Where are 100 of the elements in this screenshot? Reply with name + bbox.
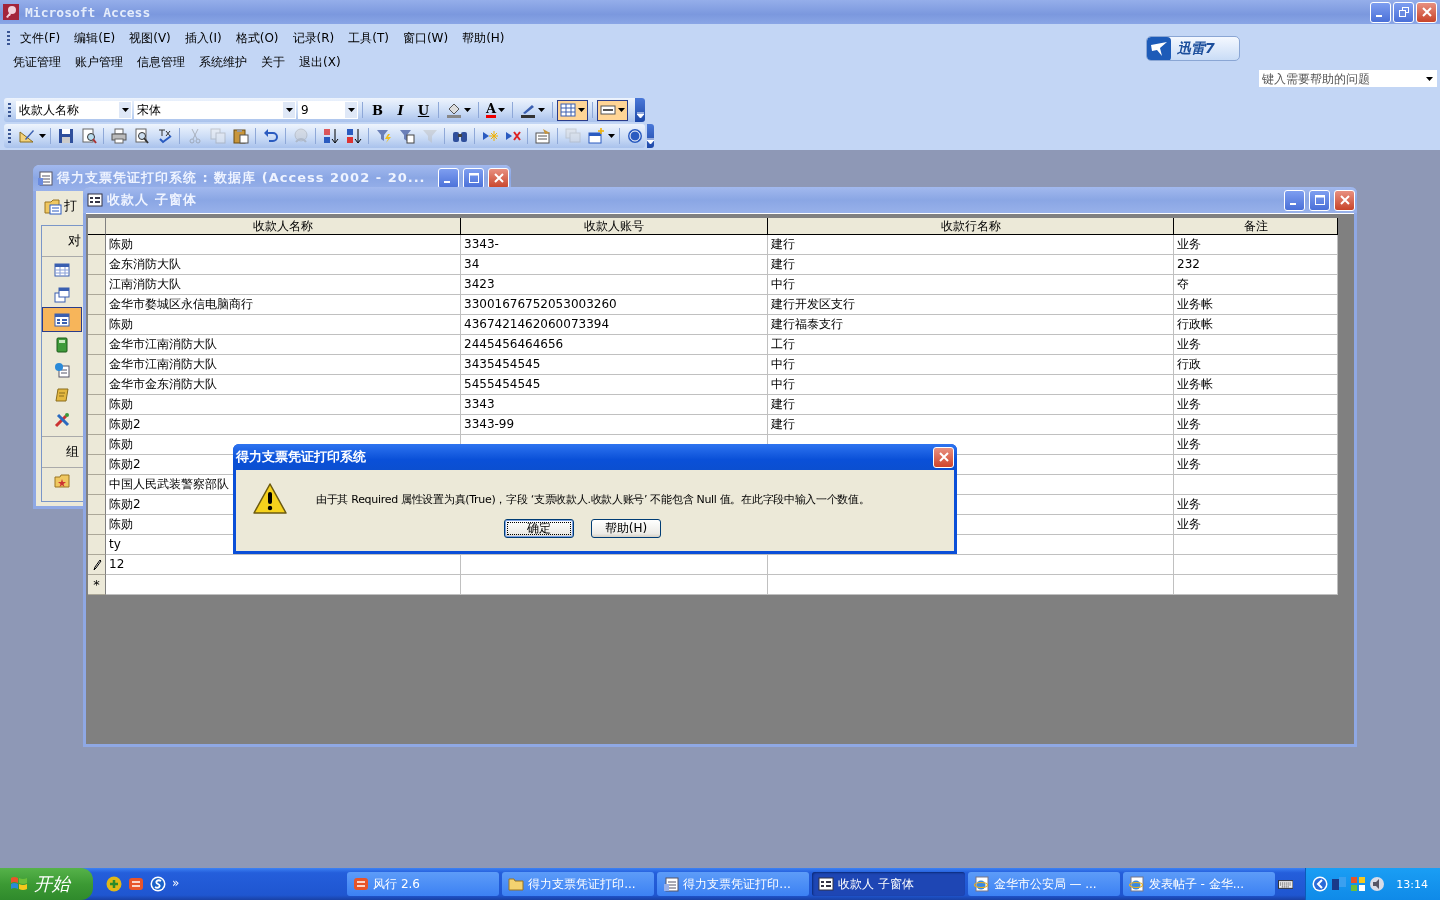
filter-icon — [421, 128, 438, 144]
new-object-icon — [587, 128, 604, 144]
form-icon — [818, 876, 835, 892]
menu-item[interactable]: 帮助(H) — [455, 27, 512, 49]
menu-item[interactable]: 视图(V) — [122, 27, 178, 49]
bold-button[interactable]: B — [367, 99, 388, 121]
sort-descending-icon — [345, 128, 362, 144]
clock: 13:14 — [1396, 877, 1428, 891]
record-selector[interactable] — [88, 555, 106, 575]
table-cell: 陈勋 — [106, 315, 461, 335]
menu-item[interactable]: 系统维护 — [192, 51, 254, 73]
plus-circle-icon[interactable] — [106, 876, 123, 892]
warning-icon — [253, 483, 287, 515]
help-search-field[interactable]: 键入需要帮助的问题 — [1258, 69, 1438, 88]
font-size-dropdown[interactable]: 9 — [298, 101, 358, 119]
column-header[interactable]: 备注 — [1174, 218, 1338, 235]
table-cell: 33001676752053003260 — [461, 295, 768, 315]
column-header[interactable]: 收款人账号 — [461, 218, 768, 235]
filter-form-icon — [398, 128, 415, 144]
key-icon — [3, 4, 19, 20]
toolbar-options-button[interactable] — [647, 124, 654, 148]
table-cell: 金华市金东消防大队 — [106, 375, 461, 395]
table-cell: 建行 — [768, 415, 1174, 435]
table-cell: 业务 — [1174, 395, 1338, 415]
record-selector[interactable]: * — [88, 575, 106, 595]
stripes-icon[interactable] — [128, 876, 145, 892]
save-icon — [57, 128, 74, 144]
font-color-button[interactable]: A — [483, 99, 509, 121]
font-dropdown[interactable]: 宋体 — [134, 101, 296, 119]
object-button[interactable] — [42, 307, 82, 332]
minimize-button[interactable] — [1370, 1, 1391, 23]
dialog-button[interactable]: 帮助(H) — [591, 519, 661, 538]
menu-item[interactable]: 账户管理 — [68, 51, 130, 73]
database-icon — [663, 876, 680, 892]
menu-item[interactable]: 格式(O) — [228, 27, 286, 49]
column-header[interactable]: 收款人名称 — [106, 218, 461, 235]
taskbar-button[interactable]: 收款人 子窗体 — [812, 872, 965, 896]
globe-link-icon — [292, 128, 309, 144]
menu-item[interactable]: 信息管理 — [130, 51, 192, 73]
table-cell: 陈勋 — [106, 235, 461, 255]
table-cell: 建行 — [768, 255, 1174, 275]
open-button[interactable]: 打 — [44, 197, 77, 215]
gridlines-button[interactable] — [557, 99, 589, 121]
italic-button[interactable]: I — [390, 99, 411, 121]
object-dropdown[interactable]: 收款人名称 — [16, 101, 132, 119]
menu-item[interactable]: 窗口(W) — [395, 27, 456, 49]
tools-icon — [54, 411, 70, 428]
menu-item[interactable]: 记录(R) — [285, 27, 342, 49]
column-header[interactable]: 收款行名称 — [768, 218, 1174, 235]
menu-item[interactable]: 凭证管理 — [6, 51, 68, 73]
border-icon — [600, 102, 617, 118]
spelling-icon — [156, 128, 173, 144]
keyboard-icon[interactable] — [1277, 878, 1294, 890]
caret-icon — [538, 108, 546, 112]
network-icon[interactable] — [1331, 876, 1348, 892]
minimize-icon — [1290, 202, 1296, 205]
toolbar-options-button[interactable] — [635, 98, 645, 122]
caret-icon — [578, 108, 586, 112]
menu-item[interactable]: 关于 — [254, 51, 292, 73]
window-title: Microsoft Access — [25, 4, 151, 20]
menu-item[interactable]: 文件(F) — [13, 27, 68, 49]
restore-icon — [1398, 7, 1409, 17]
dialog-button[interactable]: 确定 — [504, 519, 574, 538]
menu-item[interactable]: 插入(I) — [177, 27, 229, 49]
table-cell: 陈勋 — [106, 395, 461, 415]
xunlei-button[interactable]: 迅雷7 — [1146, 36, 1240, 61]
app-grid-icon[interactable] — [1350, 876, 1367, 892]
close-button[interactable] — [1416, 1, 1437, 23]
select-all-button[interactable] — [88, 218, 106, 235]
scroll-icon — [54, 386, 70, 403]
copy-icon — [209, 128, 226, 144]
table-cell: 工行 — [768, 335, 1174, 355]
restore-button[interactable] — [1393, 1, 1414, 23]
underline-button[interactable]: U — [413, 99, 434, 121]
toolbar-grip — [8, 129, 11, 143]
table-cell: 行政 — [1174, 355, 1338, 375]
menu-item[interactable]: 退出(X) — [292, 51, 348, 73]
table-cell: 建行开发区支行 — [768, 295, 1174, 315]
speaker-icon[interactable] — [1369, 876, 1386, 892]
menu-item[interactable]: 编辑(E) — [67, 27, 123, 49]
start-button[interactable]: 开始 — [0, 868, 94, 900]
toolbar-grip — [7, 31, 10, 45]
chevron-left-icon[interactable] — [1312, 876, 1329, 892]
close-button[interactable] — [933, 446, 954, 468]
table-cell: 业务帐 — [1174, 295, 1338, 315]
toolbar-button[interactable] — [108, 125, 129, 147]
table-cell: 3435454545 — [461, 355, 768, 375]
chevron-down-icon — [647, 138, 654, 144]
menu-item[interactable]: 工具(T) — [341, 27, 396, 49]
more-button[interactable]: » — [172, 876, 180, 890]
open-form-icon — [44, 197, 62, 215]
table-cell: 3343-99 — [461, 415, 768, 435]
pencil-icon — [91, 558, 102, 571]
toolbar-button[interactable] — [585, 125, 606, 147]
table-cell: 金东消防大队 — [106, 255, 461, 275]
table-cell: 12 — [106, 555, 461, 575]
border-style-button[interactable] — [597, 99, 629, 121]
table-cell: 建行 — [768, 235, 1174, 255]
swirl-icon[interactable] — [150, 876, 167, 892]
brush-icon — [520, 102, 537, 118]
